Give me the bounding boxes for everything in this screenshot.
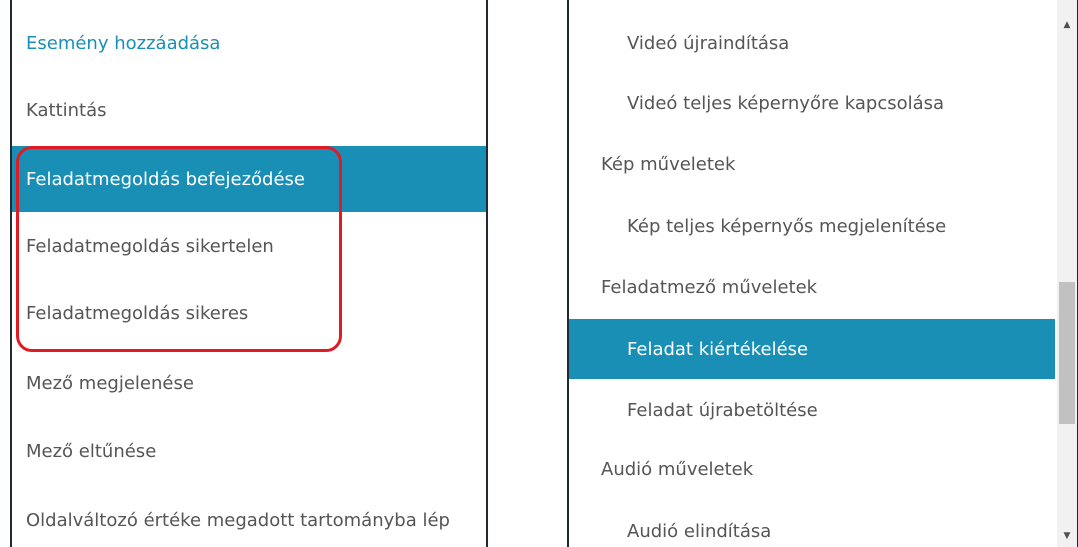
- scroll-up-arrow-icon[interactable]: ▲: [1057, 16, 1077, 34]
- scrollbar-thumb[interactable]: [1059, 282, 1075, 424]
- action-group-image: Kép műveletek: [601, 153, 736, 175]
- add-event-header: Esemény hozzáadása: [26, 32, 221, 54]
- event-item-task-completed[interactable]: Feladatmegoldás befejeződése: [12, 146, 486, 212]
- scrollbar[interactable]: ▲ ▼: [1057, 0, 1077, 547]
- action-item-video-restart[interactable]: Videó újraindítása: [569, 10, 1055, 76]
- event-item-click[interactable]: Kattintás: [12, 77, 486, 143]
- action-group-task-field: Feladatmező műveletek: [601, 276, 818, 298]
- action-item-audio-start[interactable]: Audió elindítása: [569, 498, 1055, 547]
- action-item-video-fullscreen[interactable]: Videó teljes képernyőre kapcsolása: [569, 70, 1055, 136]
- action-item-task-evaluate[interactable]: Feladat kiértékelése: [569, 319, 1055, 379]
- scroll-down-arrow-icon[interactable]: ▼: [1057, 527, 1077, 545]
- event-item-field-appears[interactable]: Mező megjelenése: [12, 350, 486, 416]
- event-item-field-disappears[interactable]: Mező eltűnése: [12, 418, 486, 484]
- action-list-panel: Videó újraindítása Videó teljes képernyő…: [567, 0, 1078, 547]
- action-item-image-fullscreen[interactable]: Kép teljes képernyős megjelenítése: [569, 193, 1055, 259]
- action-group-audio: Audió műveletek: [601, 458, 754, 480]
- event-item-page-variable-range[interactable]: Oldalváltozó értéke megadott tartományba…: [12, 487, 486, 547]
- event-item-task-failed[interactable]: Feladatmegoldás sikertelen: [12, 213, 486, 279]
- action-item-task-reload[interactable]: Feladat újrabetöltése: [569, 377, 1055, 443]
- event-item-task-succeeded[interactable]: Feladatmegoldás sikeres: [12, 280, 486, 346]
- event-list-panel: Esemény hozzáadása Kattintás Feladatmego…: [10, 0, 488, 547]
